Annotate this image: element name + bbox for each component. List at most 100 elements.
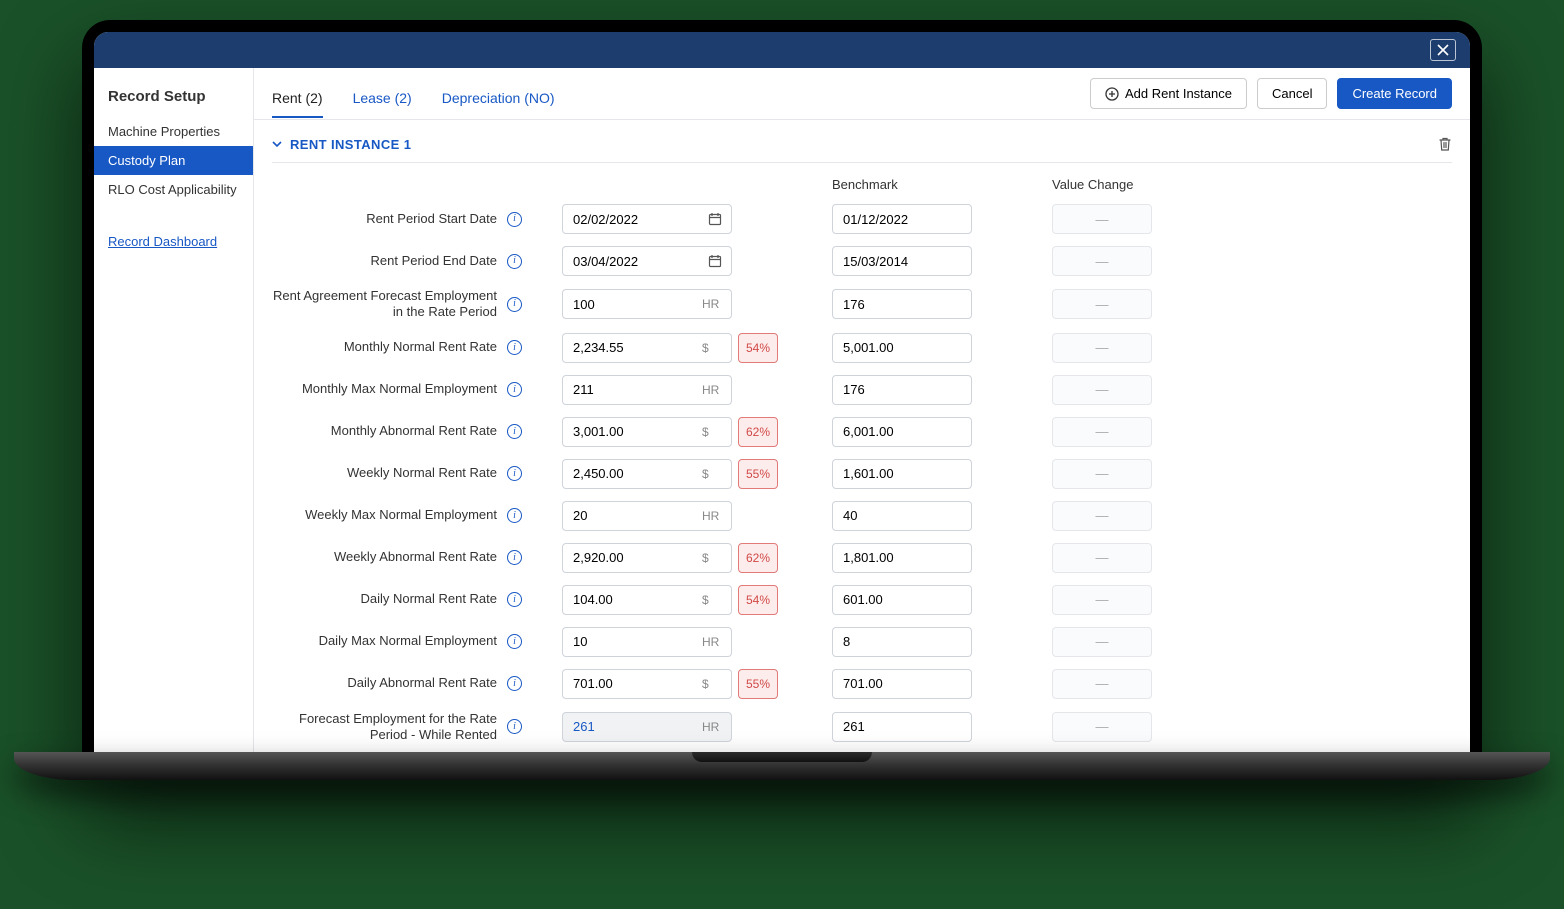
app-screen: Record Setup Machine Properties Custody … xyxy=(94,32,1470,752)
create-record-button[interactable]: Create Record xyxy=(1337,78,1452,109)
chevron-down-icon xyxy=(272,139,282,149)
plus-circle-icon xyxy=(1105,87,1119,101)
section-toggle[interactable]: RENT INSTANCE 1 xyxy=(272,137,411,152)
field-label: Rent Period Start Date xyxy=(366,211,497,227)
info-icon[interactable]: i xyxy=(507,297,522,312)
laptop-base xyxy=(14,752,1550,780)
benchmark-input[interactable] xyxy=(832,246,972,276)
value-input[interactable] xyxy=(562,543,732,573)
variance-badge: 62% xyxy=(738,417,778,447)
sidebar-item-custody-plan[interactable]: Custody Plan xyxy=(94,146,253,175)
titlebar xyxy=(94,32,1470,68)
benchmark-input[interactable] xyxy=(832,669,972,699)
close-button[interactable] xyxy=(1430,39,1456,61)
value-change-cell: — xyxy=(1052,543,1152,573)
field-label: Daily Normal Rent Rate xyxy=(360,591,497,607)
value-change-cell: — xyxy=(1052,627,1152,657)
calendar-button[interactable] xyxy=(708,254,722,268)
record-dashboard-link[interactable]: Record Dashboard xyxy=(94,204,253,249)
form-row: Daily Abnormal Rent Rate i$55%— xyxy=(272,663,1452,705)
add-rent-instance-label: Add Rent Instance xyxy=(1125,86,1232,101)
section-title: RENT INSTANCE 1 xyxy=(290,137,411,152)
sidebar-item-rlo-cost[interactable]: RLO Cost Applicability xyxy=(94,175,253,204)
value-change-cell: — xyxy=(1052,669,1152,699)
field-label: Monthly Abnormal Rent Rate xyxy=(331,423,497,439)
info-icon[interactable]: i xyxy=(507,719,522,734)
info-icon[interactable]: i xyxy=(507,466,522,481)
variance-badge: 62% xyxy=(738,543,778,573)
calendar-button[interactable] xyxy=(708,212,722,226)
field-label: Monthly Max Normal Employment xyxy=(302,381,497,397)
col-benchmark: Benchmark xyxy=(832,177,1012,192)
field-label: Weekly Normal Rent Rate xyxy=(347,465,497,481)
value-change-cell: — xyxy=(1052,204,1152,234)
form-row: Monthly Max Normal Employment iHR— xyxy=(272,369,1452,411)
tab-rent[interactable]: Rent (2) xyxy=(272,80,323,118)
info-icon[interactable]: i xyxy=(507,340,522,355)
value-input[interactable] xyxy=(562,375,732,405)
benchmark-input[interactable] xyxy=(832,333,972,363)
form-row: Monthly Abnormal Rent Rate i$62%— xyxy=(272,411,1452,453)
delete-instance-button[interactable] xyxy=(1438,136,1452,152)
benchmark-input[interactable] xyxy=(832,375,972,405)
info-icon[interactable]: i xyxy=(507,382,522,397)
form-row: Weekly Abnormal Rent Rate i$62%— xyxy=(272,537,1452,579)
value-input[interactable] xyxy=(562,417,732,447)
value-input[interactable] xyxy=(562,204,732,234)
value-input[interactable] xyxy=(562,501,732,531)
value-change-cell: — xyxy=(1052,459,1152,489)
benchmark-input[interactable] xyxy=(832,204,972,234)
value-input[interactable] xyxy=(562,459,732,489)
benchmark-input[interactable] xyxy=(832,627,972,657)
toolbar: Rent (2) Lease (2) Depreciation (NO) Add… xyxy=(254,68,1470,120)
form-row: Rent Agreement Forecast Employment in th… xyxy=(272,282,1452,327)
info-icon[interactable]: i xyxy=(507,254,522,269)
sidebar-title: Record Setup xyxy=(94,88,253,117)
value-input xyxy=(562,712,732,742)
value-change-cell: — xyxy=(1052,246,1152,276)
value-input[interactable] xyxy=(562,333,732,363)
benchmark-input[interactable] xyxy=(832,289,972,319)
trash-icon xyxy=(1438,136,1452,152)
form-row: Monthly Normal Rent Rate i$54%— xyxy=(272,327,1452,369)
benchmark-input[interactable] xyxy=(832,459,972,489)
sidebar-item-machine-properties[interactable]: Machine Properties xyxy=(94,117,253,146)
field-label: Rent Agreement Forecast Employment in th… xyxy=(272,288,497,321)
benchmark-input[interactable] xyxy=(832,543,972,573)
info-icon[interactable]: i xyxy=(507,676,522,691)
cancel-button[interactable]: Cancel xyxy=(1257,78,1327,109)
benchmark-input[interactable] xyxy=(832,712,972,742)
value-change-cell: — xyxy=(1052,289,1152,319)
value-input[interactable] xyxy=(562,627,732,657)
variance-badge: 55% xyxy=(738,459,778,489)
tab-depreciation[interactable]: Depreciation (NO) xyxy=(442,80,555,118)
info-icon[interactable]: i xyxy=(507,424,522,439)
info-icon[interactable]: i xyxy=(507,508,522,523)
benchmark-input[interactable] xyxy=(832,501,972,531)
close-icon xyxy=(1437,44,1449,56)
benchmark-input[interactable] xyxy=(832,417,972,447)
form-row: Weekly Normal Rent Rate i$55%— xyxy=(272,453,1452,495)
form-row: Rent Period Start Date i — xyxy=(272,198,1452,240)
form-row: Rent Period End Date i— xyxy=(272,240,1452,282)
info-icon[interactable]: i xyxy=(507,550,522,565)
info-icon[interactable]: i xyxy=(507,634,522,649)
value-input[interactable] xyxy=(562,669,732,699)
value-input[interactable] xyxy=(562,289,732,319)
main-panel: Rent (2) Lease (2) Depreciation (NO) Add… xyxy=(254,68,1470,752)
value-change-cell: — xyxy=(1052,333,1152,363)
calendar-icon xyxy=(708,254,722,268)
info-icon[interactable]: i xyxy=(507,592,522,607)
value-input[interactable] xyxy=(562,585,732,615)
value-input[interactable] xyxy=(562,246,732,276)
value-change-cell: — xyxy=(1052,375,1152,405)
sidebar: Record Setup Machine Properties Custody … xyxy=(94,68,254,752)
tab-lease[interactable]: Lease (2) xyxy=(353,80,412,118)
info-icon[interactable]: i xyxy=(507,212,522,227)
variance-badge: 54% xyxy=(738,333,778,363)
variance-badge: 55% xyxy=(738,669,778,699)
col-value-change: Value Change xyxy=(1052,177,1212,192)
field-label: Monthly Normal Rent Rate xyxy=(344,339,497,355)
add-rent-instance-button[interactable]: Add Rent Instance xyxy=(1090,78,1247,109)
benchmark-input[interactable] xyxy=(832,585,972,615)
